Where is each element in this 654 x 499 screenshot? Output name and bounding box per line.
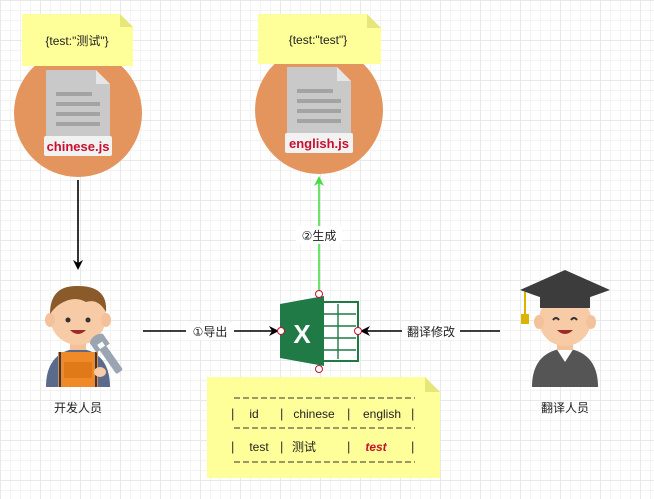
table-note: | | | | | | | | id chinese english test 测试 tes… (207, 377, 440, 478)
english-note: {test:"test"} (258, 14, 381, 64)
svg-text:|: | (411, 439, 414, 454)
table-cell-id: test (249, 440, 269, 454)
svg-text:|: | (231, 439, 234, 454)
table-cell-chinese: 测试 (292, 439, 316, 454)
translator-avatar (520, 270, 610, 387)
svg-text:X: X (293, 319, 311, 349)
translator-label: 翻译人员 (541, 401, 589, 415)
chinese-note: {test:"测试"} (22, 14, 133, 66)
table-header-chinese: chinese (293, 407, 335, 421)
english-file-label: english.js (289, 136, 349, 151)
table-header-english: english (363, 407, 401, 421)
svg-text:|: | (411, 406, 414, 421)
table-header-id: id (249, 407, 258, 421)
english-note-text: {test:"test"} (289, 33, 348, 47)
table-cell-english: test (365, 440, 387, 454)
developer-label: 开发人员 (54, 400, 102, 415)
generate-label: ②生成 (302, 229, 337, 243)
svg-text:|: | (280, 439, 283, 454)
svg-text:|: | (231, 406, 234, 421)
chinese-note-text: {test:"测试"} (45, 33, 108, 48)
translate-label: 翻译修改 (407, 324, 455, 339)
svg-text:|: | (280, 406, 283, 421)
english-file-node: english.js (255, 46, 383, 174)
chinese-file-node: chinese.js (14, 49, 142, 177)
chinese-file-label: chinese.js (47, 139, 110, 154)
export-label: ①导出 (193, 325, 228, 339)
svg-text:|: | (347, 439, 350, 454)
excel-icon: X (277, 290, 362, 373)
svg-text:|: | (347, 406, 350, 421)
diagram-canvas: chinese.js {test:"测试"} english.js {test:… (14, 14, 610, 478)
developer-avatar (45, 285, 123, 387)
